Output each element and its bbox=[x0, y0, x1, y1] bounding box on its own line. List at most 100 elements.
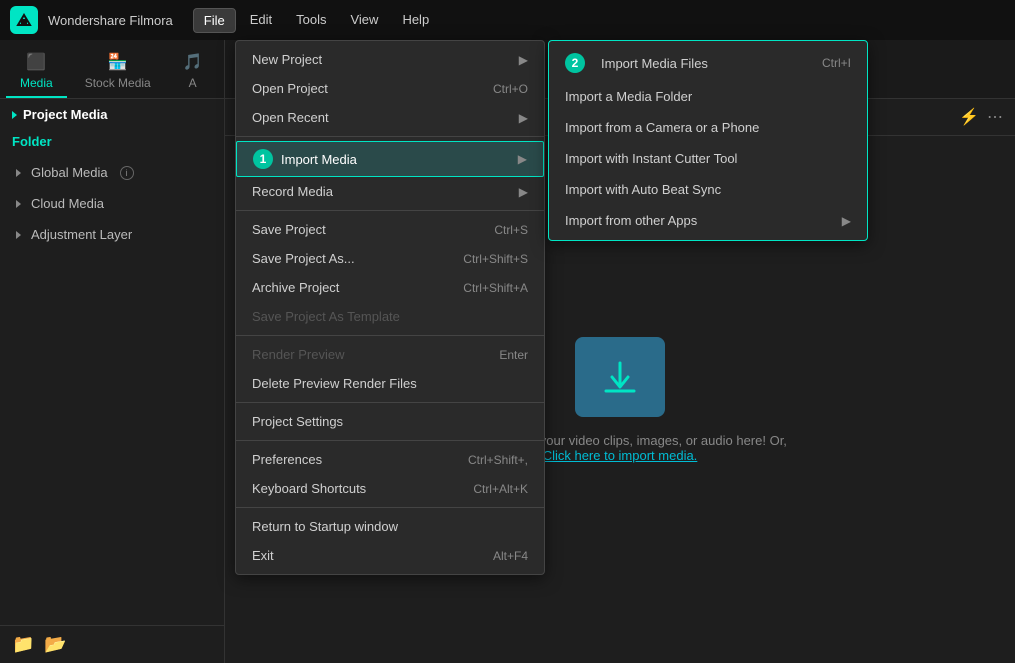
new-folder-icon[interactable]: 📂 bbox=[44, 634, 66, 655]
save-project-label: Save Project bbox=[252, 222, 326, 237]
tab-audio-label: A bbox=[189, 76, 197, 90]
render-preview-label: Render Preview bbox=[252, 347, 345, 362]
sidebar-item-text: Cloud Media bbox=[31, 196, 104, 211]
submenu-import-files-left: 2 Import Media Files bbox=[565, 53, 708, 73]
preferences-label: Preferences bbox=[252, 452, 322, 467]
return-startup-label: Return to Startup window bbox=[252, 519, 398, 534]
submenu-item-import-camera[interactable]: Import from a Camera or a Phone bbox=[549, 112, 867, 143]
bottom-icons: 📁 📂 bbox=[0, 625, 224, 663]
tab-stock-media[interactable]: 🏪 Stock Media bbox=[71, 46, 165, 98]
step-badge-2: 2 bbox=[565, 53, 585, 73]
menu-bar: File Edit Tools View Help bbox=[193, 8, 439, 33]
left-panel: ⬛ Media 🏪 Stock Media 🎵 A Project Media … bbox=[0, 40, 225, 663]
import-box bbox=[575, 337, 665, 417]
keyboard-shortcuts-label: Keyboard Shortcuts bbox=[252, 481, 366, 496]
menu-item-import-media[interactable]: 1 Import Media ▶ bbox=[236, 141, 544, 177]
expand-icon bbox=[16, 200, 21, 208]
submenu-item-import-beat[interactable]: Import with Auto Beat Sync bbox=[549, 174, 867, 205]
project-settings-label: Project Settings bbox=[252, 414, 343, 429]
menu-item-new-project[interactable]: New Project ▶ bbox=[236, 45, 544, 74]
menu-item-return-startup[interactable]: Return to Startup window bbox=[236, 512, 544, 541]
import-other-label: Import from other Apps bbox=[565, 213, 697, 228]
separator bbox=[236, 402, 544, 403]
save-as-template-label: Save Project As Template bbox=[252, 309, 400, 324]
separator bbox=[236, 210, 544, 211]
import-media-label: Import Media bbox=[281, 152, 357, 167]
expand-icon bbox=[16, 231, 21, 239]
save-project-as-shortcut: Ctrl+Shift+S bbox=[463, 252, 528, 266]
menu-file[interactable]: File bbox=[193, 8, 236, 33]
tab-audio[interactable]: 🎵 A bbox=[169, 46, 217, 98]
submenu-item-import-files[interactable]: 2 Import Media Files Ctrl+I bbox=[549, 45, 867, 81]
app-title: Wondershare Filmora bbox=[48, 13, 173, 28]
file-dropdown-menu: New Project ▶ Open Project Ctrl+O Open R… bbox=[235, 40, 545, 575]
menu-item-save-project[interactable]: Save Project Ctrl+S bbox=[236, 215, 544, 244]
preferences-shortcut: Ctrl+Shift+, bbox=[468, 453, 528, 467]
import-beat-label: Import with Auto Beat Sync bbox=[565, 182, 721, 197]
sidebar-item-cloud-media[interactable]: Cloud Media bbox=[0, 188, 224, 219]
sidebar-item-text: Adjustment Layer bbox=[31, 227, 132, 242]
import-media-left: 1 Import Media bbox=[253, 149, 357, 169]
menu-item-delete-preview[interactable]: Delete Preview Render Files bbox=[236, 369, 544, 398]
sidebar-item-text: Global Media bbox=[31, 165, 108, 180]
menu-help[interactable]: Help bbox=[392, 8, 439, 33]
import-camera-label: Import from a Camera or a Phone bbox=[565, 120, 759, 135]
menu-item-save-project-as[interactable]: Save Project As... Ctrl+Shift+S bbox=[236, 244, 544, 273]
menu-item-open-project[interactable]: Open Project Ctrl+O bbox=[236, 74, 544, 103]
menu-item-record-media[interactable]: Record Media ▶ bbox=[236, 177, 544, 206]
archive-project-shortcut: Ctrl+Shift+A bbox=[463, 281, 528, 295]
menu-item-archive-project[interactable]: Archive Project Ctrl+Shift+A bbox=[236, 273, 544, 302]
keyboard-shortcuts-shortcut: Ctrl+Alt+K bbox=[473, 482, 528, 496]
submenu-item-import-cutter[interactable]: Import with Instant Cutter Tool bbox=[549, 143, 867, 174]
sidebar-item-adjustment-layer[interactable]: Adjustment Layer bbox=[0, 219, 224, 250]
exit-label: Exit bbox=[252, 548, 274, 563]
menu-item-preferences[interactable]: Preferences Ctrl+Shift+, bbox=[236, 445, 544, 474]
separator bbox=[236, 335, 544, 336]
menu-tools[interactable]: Tools bbox=[286, 8, 336, 33]
sidebar-items: Global Media i Cloud Media Adjustment La… bbox=[0, 157, 224, 250]
menu-item-open-recent[interactable]: Open Recent ▶ bbox=[236, 103, 544, 132]
left-tab-bar: ⬛ Media 🏪 Stock Media 🎵 A bbox=[0, 40, 224, 99]
menu-item-save-as-template: Save Project As Template bbox=[236, 302, 544, 331]
add-folder-icon[interactable]: 📁 bbox=[12, 634, 34, 655]
exit-shortcut: Alt+F4 bbox=[493, 549, 528, 563]
media-icon: ⬛ bbox=[26, 52, 46, 72]
more-options-icon[interactable]: ⋯ bbox=[987, 107, 1003, 127]
menu-item-render-preview: Render Preview Enter bbox=[236, 340, 544, 369]
import-submenu: 2 Import Media Files Ctrl+I Import a Med… bbox=[548, 40, 868, 241]
new-project-label: New Project bbox=[252, 52, 322, 67]
menu-item-keyboard-shortcuts[interactable]: Keyboard Shortcuts Ctrl+Alt+K bbox=[236, 474, 544, 503]
filter-icon[interactable]: ⚡ bbox=[959, 107, 979, 127]
menu-view[interactable]: View bbox=[340, 8, 388, 33]
audio-icon: 🎵 bbox=[183, 52, 203, 72]
step-badge-1: 1 bbox=[253, 149, 273, 169]
project-media-header: Project Media bbox=[0, 99, 224, 130]
separator bbox=[236, 440, 544, 441]
save-project-shortcut: Ctrl+S bbox=[494, 223, 528, 237]
open-project-shortcut: Ctrl+O bbox=[493, 82, 528, 96]
title-bar: Wondershare Filmora File Edit Tools View… bbox=[0, 0, 1015, 40]
menu-edit[interactable]: Edit bbox=[240, 8, 282, 33]
tab-stock-media-label: Stock Media bbox=[85, 76, 151, 90]
separator bbox=[236, 507, 544, 508]
menu-item-project-settings[interactable]: Project Settings bbox=[236, 407, 544, 436]
render-preview-shortcut: Enter bbox=[499, 348, 528, 362]
arrow-icon: ▶ bbox=[519, 53, 528, 67]
app-logo bbox=[10, 6, 38, 34]
submenu-item-import-folder[interactable]: Import a Media Folder bbox=[549, 81, 867, 112]
submenu-item-import-other[interactable]: Import from other Apps ▶ bbox=[549, 205, 867, 236]
open-recent-label: Open Recent bbox=[252, 110, 329, 125]
sidebar-item-global-media[interactable]: Global Media i bbox=[0, 157, 224, 188]
save-project-as-label: Save Project As... bbox=[252, 251, 355, 266]
project-media-label: Project Media bbox=[23, 107, 108, 122]
arrow-icon: ▶ bbox=[519, 111, 528, 125]
tab-media-label: Media bbox=[20, 76, 53, 90]
record-media-label: Record Media bbox=[252, 184, 333, 199]
import-link[interactable]: Click here to import media. bbox=[543, 448, 698, 463]
open-project-label: Open Project bbox=[252, 81, 328, 96]
arrow-icon: ▶ bbox=[519, 185, 528, 199]
tab-media[interactable]: ⬛ Media bbox=[6, 46, 67, 98]
delete-preview-label: Delete Preview Render Files bbox=[252, 376, 417, 391]
stock-media-icon: 🏪 bbox=[108, 52, 128, 72]
menu-item-exit[interactable]: Exit Alt+F4 bbox=[236, 541, 544, 570]
